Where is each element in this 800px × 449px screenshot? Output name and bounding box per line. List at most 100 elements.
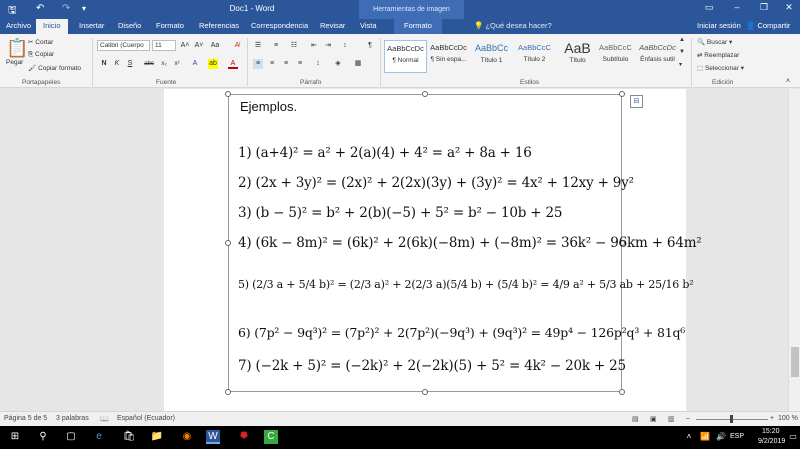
paste-button[interactable]: Pegar (6, 59, 23, 66)
volume-icon[interactable]: 🔊 (714, 430, 728, 444)
edge-icon[interactable]: e (92, 430, 106, 444)
subscript-button[interactable]: x₂ (159, 59, 169, 69)
text-effects-icon[interactable]: A (190, 59, 200, 69)
line-spacing-icon[interactable]: ↕ (313, 59, 323, 69)
show-marks-icon[interactable]: ¶ (365, 41, 375, 51)
clock-date[interactable]: 9/2/2019 (758, 438, 785, 445)
web-layout-icon[interactable]: ▥ (668, 415, 675, 423)
replace-button[interactable]: ⇄ Reemplazar (697, 51, 739, 59)
decrease-indent-icon[interactable]: ⇤ (309, 41, 319, 51)
bold-button[interactable]: N (99, 59, 109, 69)
close-button[interactable]: ✕ (780, 2, 798, 13)
tab-revisar[interactable]: Revisar (320, 21, 345, 30)
scroll-thumb[interactable] (791, 347, 799, 377)
style-subtitulo[interactable]: AaBbCcC Subtítulo (594, 40, 637, 73)
language-status[interactable]: Español (Ecuador) (117, 415, 175, 422)
ribbon-display-options-icon[interactable]: ▭ (700, 2, 718, 13)
strikethrough-button[interactable]: abc (142, 59, 156, 69)
tab-archivo[interactable]: Archivo (6, 21, 31, 30)
acrobat-icon[interactable]: ⯂ (236, 430, 250, 444)
font-color-icon[interactable]: A (228, 59, 238, 69)
store-icon[interactable]: 🛍 (122, 430, 136, 444)
restore-button[interactable]: ❐ (755, 2, 773, 13)
tab-formato-imagen[interactable]: Formato (394, 19, 442, 34)
style-titulo[interactable]: AaB Título (556, 40, 599, 73)
firefox-icon[interactable]: ◉ (180, 430, 194, 444)
tray-chevron-icon[interactable]: ˄ (682, 430, 696, 444)
redo-icon[interactable]: ↷ (62, 3, 70, 14)
cut-button[interactable]: ✂ Cortar (28, 38, 53, 46)
resize-handle[interactable] (225, 389, 231, 395)
copy-button[interactable]: ⎘ Copiar (28, 51, 54, 59)
tab-insertar[interactable]: Insertar (79, 21, 104, 30)
resize-handle[interactable] (619, 91, 625, 97)
format-painter-button[interactable]: 🖌 Copiar formato (28, 64, 81, 72)
tab-diseno[interactable]: Diseño (118, 21, 141, 30)
resize-handle[interactable] (422, 91, 428, 97)
grow-font-icon[interactable]: A˄ (180, 41, 190, 51)
superscript-button[interactable]: x² (172, 59, 182, 69)
resize-handle[interactable] (225, 91, 231, 97)
clear-format-icon[interactable]: A̸ (232, 41, 242, 51)
word-icon[interactable]: W (206, 430, 220, 444)
layout-options-icon[interactable]: ⊟ (630, 95, 643, 108)
tab-referencias[interactable]: Referencias (199, 21, 239, 30)
underline-button[interactable]: S (125, 59, 135, 69)
styles-scroll-down-icon[interactable]: ▼ (679, 49, 685, 55)
tell-me-search[interactable]: 💡 ¿Qué desea hacer? (474, 21, 552, 30)
customize-quick-access-icon[interactable]: ▾ (82, 4, 86, 13)
styles-more-icon[interactable]: ▾ (679, 61, 682, 68)
read-mode-icon[interactable]: ▤ (632, 415, 639, 423)
styles-scroll-up-icon[interactable]: ▲ (679, 37, 685, 43)
input-language-icon[interactable]: ESP (730, 430, 744, 444)
font-name-combo[interactable]: Calibri (Cuerpo (97, 40, 150, 51)
change-case-icon[interactable]: Aa (210, 41, 220, 51)
tab-correspondencia[interactable]: Correspondencia (251, 21, 308, 30)
shrink-font-icon[interactable]: A˅ (194, 41, 204, 51)
signin-link[interactable]: Iniciar sesión (697, 21, 741, 30)
tab-vista[interactable]: Vista (360, 21, 377, 30)
multilevel-list-icon[interactable]: ☷ (289, 41, 299, 51)
font-size-combo[interactable]: 11 (152, 40, 176, 51)
align-left-icon[interactable]: ≡ (253, 59, 263, 69)
task-view-icon[interactable]: ▢ (64, 430, 78, 444)
notifications-icon[interactable]: ▭ (786, 430, 800, 444)
select-button[interactable]: ⬚ Seleccionar ▾ (697, 64, 744, 72)
style-normal[interactable]: AaBbCcDc ¶ Normal (384, 40, 427, 73)
minimize-button[interactable]: – (728, 2, 746, 12)
style-titulo-1[interactable]: AaBbCc Título 1 (470, 40, 513, 73)
camtasia-icon[interactable]: C (264, 430, 278, 444)
zoom-out-icon[interactable]: – (686, 415, 690, 422)
highlight-icon[interactable]: ab (208, 59, 218, 69)
style-titulo-2[interactable]: AaBbCcC Título 2 (513, 40, 556, 73)
paste-icon[interactable]: 📋 (6, 38, 28, 59)
align-right-icon[interactable]: ≡ (281, 59, 291, 69)
justify-icon[interactable]: ≡ (295, 59, 305, 69)
print-layout-icon[interactable]: ▣ (650, 415, 657, 423)
zoom-slider-thumb[interactable] (730, 415, 733, 423)
resize-handle[interactable] (422, 389, 428, 395)
resize-handle[interactable] (225, 240, 231, 246)
borders-icon[interactable]: ▦ (353, 59, 363, 69)
vertical-scrollbar[interactable] (788, 89, 800, 411)
proofing-icon[interactable]: 📖 (100, 415, 109, 423)
file-explorer-icon[interactable]: 📁 (150, 430, 164, 444)
search-icon[interactable]: ⚲ (36, 430, 50, 444)
word-count[interactable]: 3 palabras (56, 415, 89, 422)
share-button[interactable]: 👤 Compartir (746, 21, 790, 30)
bullets-icon[interactable]: ☰ (253, 41, 263, 51)
save-icon[interactable]: 🖫 (8, 3, 17, 20)
style-sin-espaciado[interactable]: AaBbCcDc ¶ Sin espa... (427, 40, 470, 73)
shading-icon[interactable]: ◈ (333, 59, 343, 69)
undo-icon[interactable]: ↶ (36, 3, 44, 14)
page-count[interactable]: Página 5 de 5 (4, 415, 47, 422)
style-enfasis-sutil[interactable]: AaBbCcDc Énfasis sutil (636, 40, 679, 73)
find-button[interactable]: 🔍 Buscar ▾ (697, 38, 732, 46)
resize-handle[interactable] (619, 389, 625, 395)
windows-start-icon[interactable]: ⊞ (8, 430, 22, 444)
tab-formato[interactable]: Formato (156, 21, 184, 30)
align-center-icon[interactable]: ≡ (267, 59, 277, 69)
network-icon[interactable]: 📶 (698, 430, 712, 444)
zoom-in-icon[interactable]: + (770, 415, 774, 422)
sort-icon[interactable]: ↕ (340, 41, 350, 51)
